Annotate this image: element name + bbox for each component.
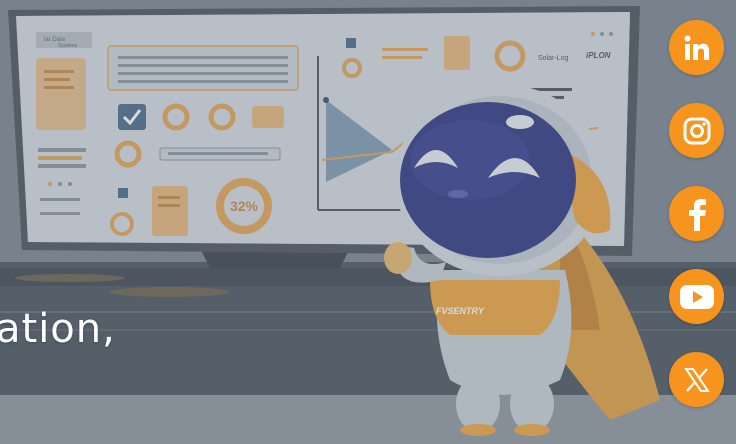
social-links: [669, 20, 724, 407]
facebook-icon: [688, 198, 706, 231]
x-button[interactable]: [669, 352, 724, 407]
facebook-button[interactable]: [669, 186, 724, 241]
youtube-button[interactable]: [669, 269, 724, 324]
linkedin-icon: [684, 35, 709, 60]
instagram-icon: [683, 117, 710, 144]
hero-heading-fragment: ation,: [0, 306, 116, 352]
youtube-icon: [679, 284, 714, 309]
hero-banner: lar Data Systems 32% Solar-Log iPLON FVS…: [0, 0, 736, 444]
hero-illustration: lar Data Systems 32% Solar-Log iPLON FVS…: [0, 0, 736, 444]
linkedin-button[interactable]: [669, 20, 724, 75]
instagram-button[interactable]: [669, 103, 724, 158]
x-icon: [683, 367, 710, 392]
